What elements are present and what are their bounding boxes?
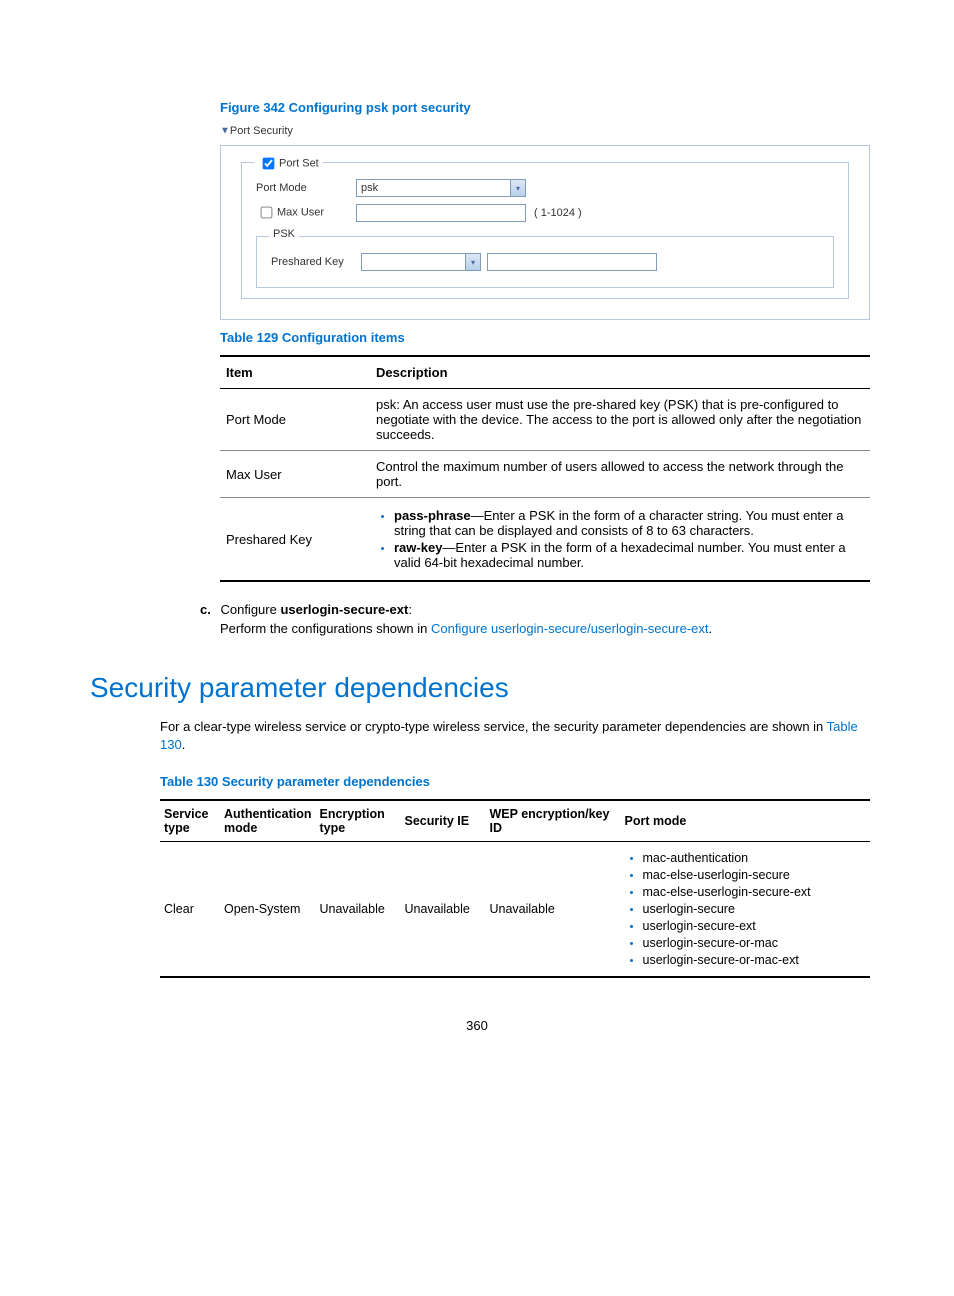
- step-body-suffix: .: [708, 621, 712, 636]
- chevron-down-icon: ▾: [465, 254, 480, 270]
- cell-desc: Control the maximum number of users allo…: [370, 451, 870, 498]
- psk-legend: PSK: [269, 228, 299, 240]
- cell-item: Max User: [220, 451, 370, 498]
- outer-fieldset: Port Set Port Mode psk ▾ Max User ( 1-10…: [220, 145, 870, 320]
- chevron-down-icon: ▼: [220, 126, 230, 137]
- port-set-legend: Port Set: [254, 154, 323, 173]
- cell-desc: pass-phrase—Enter a PSK in the form of a…: [370, 498, 870, 582]
- port-security-collapser[interactable]: ▼Port Security: [220, 125, 293, 137]
- page-number: 360: [90, 1018, 864, 1033]
- list-item: pass-phrase—Enter a PSK in the form of a…: [394, 508, 864, 538]
- port-mode-select[interactable]: psk ▾: [356, 179, 526, 197]
- col-port: Port mode: [621, 800, 871, 842]
- max-user-input[interactable]: [356, 204, 526, 222]
- col-item: Item: [220, 356, 370, 389]
- step-lead: Configure: [220, 602, 280, 617]
- step-colon: :: [408, 602, 412, 617]
- col-secie: Security IE: [401, 800, 486, 842]
- preshared-key-label: Preshared Key: [271, 256, 361, 268]
- cell-enc: Unavailable: [316, 842, 401, 978]
- max-user-label: Max User: [277, 206, 324, 218]
- port-mode-label: Port Mode: [256, 182, 356, 194]
- step-c-body: Perform the configurations shown in Conf…: [220, 621, 864, 636]
- list-item: mac-else-userlogin-secure-ext: [643, 885, 867, 899]
- step-bold: userlogin-secure-ext: [280, 602, 408, 617]
- cell-desc: psk: An access user must use the pre-sha…: [370, 389, 870, 451]
- port-set-fieldset: Port Set Port Mode psk ▾ Max User ( 1-10…: [241, 162, 849, 299]
- para-suffix: .: [182, 737, 186, 752]
- col-enc: Encryption type: [316, 800, 401, 842]
- table-row: Port Mode psk: An access user must use t…: [220, 389, 870, 451]
- figure-caption: Figure 342 Configuring psk port security: [220, 100, 864, 115]
- col-desc: Description: [370, 356, 870, 389]
- col-service: Service type: [160, 800, 220, 842]
- col-auth: Authentication mode: [220, 800, 316, 842]
- step-body-prefix: Perform the configurations shown in: [220, 621, 431, 636]
- table-129: Item Description Port Mode psk: An acces…: [220, 355, 870, 582]
- port-security-panel: ▼Port Security Port Set Port Mode psk ▾ …: [220, 125, 870, 320]
- configure-userlogin-link[interactable]: Configure userlogin-secure/userlogin-sec…: [431, 621, 708, 636]
- cell-auth: Open-System: [220, 842, 316, 978]
- col-wep: WEP encryption/key ID: [486, 800, 621, 842]
- step-c: c. Configure userlogin-secure-ext:: [200, 602, 864, 617]
- cell-service: Clear: [160, 842, 220, 978]
- para-prefix: For a clear-type wireless service or cry…: [160, 719, 827, 734]
- chevron-down-icon: ▾: [510, 180, 525, 196]
- preshared-key-type-select[interactable]: ▾: [361, 253, 481, 271]
- max-user-checkbox[interactable]: [261, 207, 273, 219]
- table-row: Max User Control the maximum number of u…: [220, 451, 870, 498]
- section-para: For a clear-type wireless service or cry…: [160, 718, 864, 754]
- table-row: Preshared Key pass-phrase—Enter a PSK in…: [220, 498, 870, 582]
- collapser-label: Port Security: [230, 125, 293, 137]
- max-user-label-wrap: Max User: [256, 203, 356, 222]
- table-row: Clear Open-System Unavailable Unavailabl…: [160, 842, 870, 978]
- step-letter: c.: [200, 602, 211, 617]
- section-title: Security parameter dependencies: [90, 672, 864, 704]
- list-item: userlogin-secure: [643, 902, 867, 916]
- list-item: userlogin-secure-or-mac-ext: [643, 953, 867, 967]
- port-mode-value: psk: [361, 182, 378, 194]
- list-item: raw-key—Enter a PSK in the form of a hex…: [394, 540, 864, 570]
- port-set-legend-label: Port Set: [279, 157, 319, 169]
- table129-caption: Table 129 Configuration items: [220, 330, 864, 345]
- list-item: mac-else-userlogin-secure: [643, 868, 867, 882]
- port-set-checkbox[interactable]: [263, 158, 275, 170]
- cell-item: Preshared Key: [220, 498, 370, 582]
- cell-secie: Unavailable: [401, 842, 486, 978]
- list-item: userlogin-secure-or-mac: [643, 936, 867, 950]
- table130-caption: Table 130 Security parameter dependencie…: [160, 774, 864, 789]
- psk-fieldset: PSK Preshared Key ▾: [256, 236, 834, 288]
- preshared-key-input[interactable]: [487, 253, 657, 271]
- list-item: mac-authentication: [643, 851, 867, 865]
- max-user-hint: ( 1-1024 ): [534, 207, 582, 219]
- table-130: Service type Authentication mode Encrypt…: [160, 799, 870, 978]
- list-item: userlogin-secure-ext: [643, 919, 867, 933]
- cell-wep: Unavailable: [486, 842, 621, 978]
- cell-item: Port Mode: [220, 389, 370, 451]
- cell-portmodes: mac-authentication mac-else-userlogin-se…: [621, 842, 871, 978]
